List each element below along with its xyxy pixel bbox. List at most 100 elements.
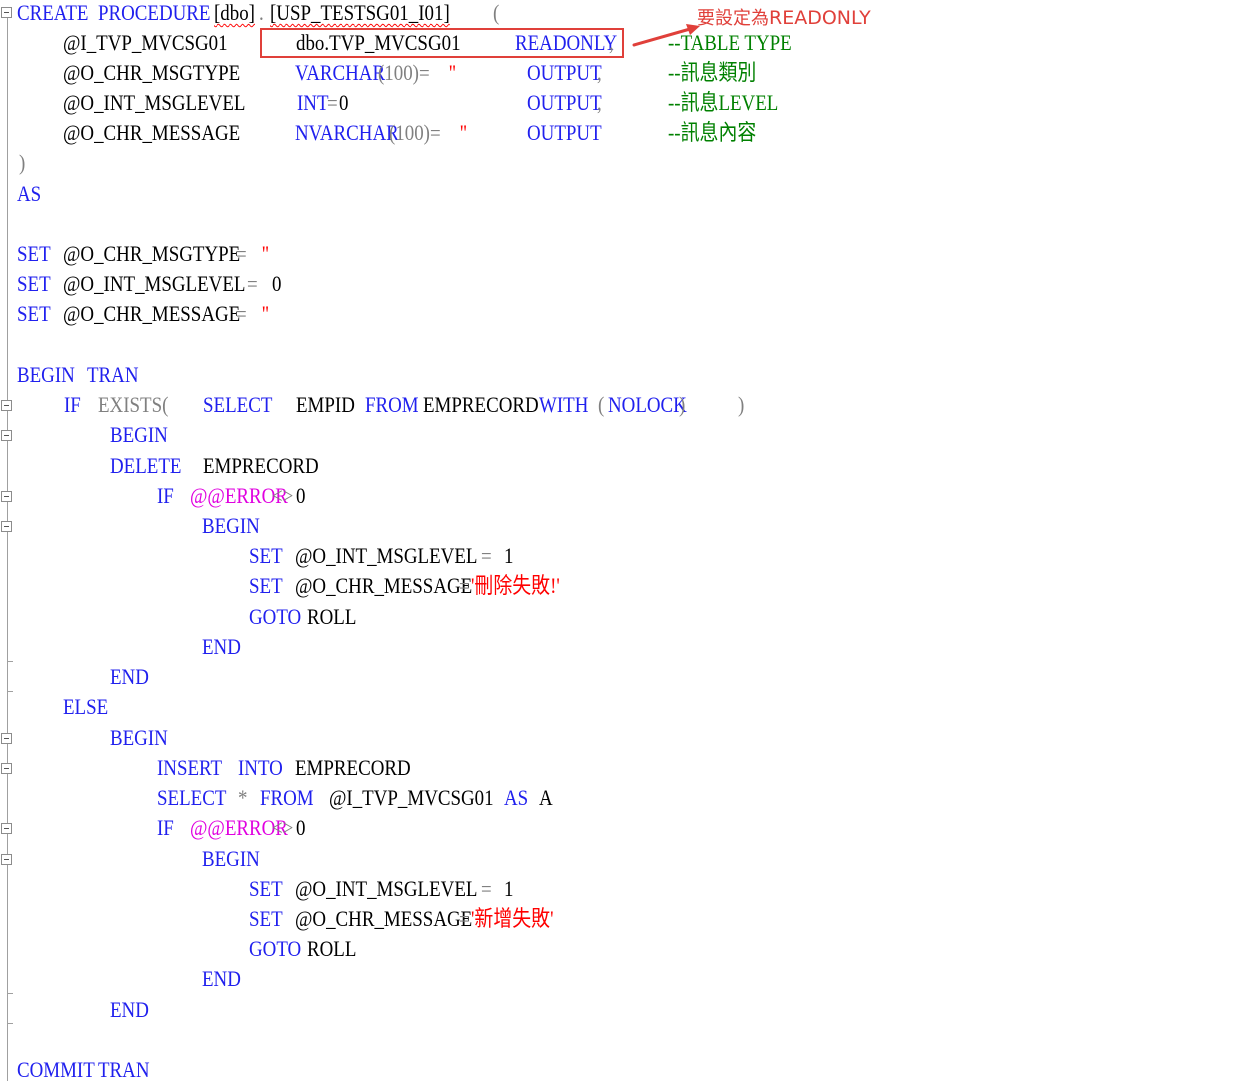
keyword: SET [249, 543, 283, 568]
readonly-highlight-box [260, 28, 624, 58]
comment: --訊息LEVEL [668, 90, 779, 115]
code-line: BEGIN [0, 725, 1244, 755]
keyword: SET [249, 906, 283, 931]
schema-name: [dbo] [214, 0, 255, 25]
keyword: IF [157, 815, 174, 840]
keyword: COMMIT [17, 1057, 95, 1082]
keyword: DELETE [110, 453, 182, 478]
string-literal: '' [449, 60, 456, 85]
string-literal: '' [262, 241, 269, 266]
variable-name: @O_CHR_MESSAGE [63, 301, 241, 326]
function-name: EXISTS( [98, 392, 169, 417]
operator: . [259, 0, 264, 25]
comment: --訊息內容 [668, 120, 757, 145]
code-line: BEGIN [0, 422, 1244, 452]
keyword: GOTO [249, 604, 302, 629]
keyword: SET [17, 301, 51, 326]
keyword: END [110, 664, 149, 689]
number-literal: 1 [504, 876, 514, 901]
keyword: AS [17, 181, 42, 206]
number-literal: 0 [296, 483, 306, 508]
string-literal: '刪除失敗!' [471, 573, 560, 598]
variable-name: @O_INT_MSGLEVEL [295, 543, 478, 568]
operator: = [327, 90, 338, 115]
keyword: SET [17, 271, 51, 296]
code-line: SET @O_INT_MSGLEVEL = 1 [0, 543, 1244, 573]
code-line: BEGIN TRAN [0, 362, 1244, 392]
code-line: COMMIT TRAN [0, 1057, 1244, 1087]
code-line: BEGIN [0, 513, 1244, 543]
keyword: INT [297, 90, 329, 115]
code-line: GOTO ROLL [0, 604, 1244, 634]
keyword: END [202, 634, 241, 659]
keyword: NVARCHAR [295, 120, 399, 145]
keyword: BEGIN [110, 422, 168, 447]
code-line: ) [0, 150, 1244, 180]
code-line: SET @O_CHR_MSGTYPE = '' [0, 241, 1244, 271]
operator: ( [493, 0, 500, 25]
code-line: SET @O_CHR_MESSAGE = '新增失敗' [0, 906, 1244, 936]
parameter-name: @I_TVP_MVCSG01 [63, 30, 228, 55]
code-line: SET @O_INT_MSGLEVEL = 1 [0, 876, 1244, 906]
operator: <> [272, 815, 294, 840]
code-line: CREATE PROCEDURE [dbo] . [USP_TESTSG01_I… [0, 0, 1244, 30]
operator: ( [598, 392, 605, 417]
keyword: END [202, 966, 241, 991]
keyword: ELSE [63, 694, 109, 719]
keyword: SELECT [203, 392, 273, 417]
keyword: OUTPUT [527, 60, 602, 85]
label-name: ROLL [307, 936, 357, 961]
string-literal: '' [460, 120, 467, 145]
sql-editor[interactable]: CREATE PROCEDURE [dbo] . [USP_TESTSG01_I… [0, 0, 1244, 1082]
code-line: IF EXISTS( SELECT EMPID FROM EMPRECORD W… [0, 392, 1244, 422]
variable-name: @O_CHR_MESSAGE [295, 906, 473, 931]
code-line: GOTO ROLL [0, 936, 1244, 966]
keyword: IF [64, 392, 81, 417]
code-line: END [0, 997, 1244, 1027]
keyword: BEGIN [110, 725, 168, 750]
string-literal: '新增失敗' [471, 906, 554, 931]
label-name: ROLL [307, 604, 357, 629]
code-line: SET @O_CHR_MESSAGE = '刪除失敗!' [0, 573, 1244, 603]
keyword: GOTO [249, 936, 302, 961]
callout-arrow-icon [632, 24, 700, 47]
code-line: SET @O_INT_MSGLEVEL = 0 [0, 271, 1244, 301]
parameter-name: @O_INT_MSGLEVEL [63, 90, 246, 115]
operator: ) [19, 150, 26, 175]
keyword: BEGIN [17, 362, 75, 387]
table-name: EMPRECORD [295, 755, 411, 780]
code-line: INSERT INTO EMPRECORD [0, 755, 1244, 785]
variable-name: @O_INT_MSGLEVEL [295, 876, 478, 901]
operator: * [238, 785, 248, 810]
table-name: EMPRECORD [423, 392, 539, 417]
parameter-name: @O_CHR_MESSAGE [63, 120, 241, 145]
keyword: SET [249, 573, 283, 598]
variable-name: @O_INT_MSGLEVEL [63, 271, 246, 296]
keyword: OUTPUT [527, 120, 602, 145]
alias-name: A [539, 785, 553, 810]
operator: ) [738, 392, 745, 417]
keyword: BEGIN [202, 846, 260, 871]
operator: (100)= [378, 60, 430, 85]
keyword: VARCHAR [295, 60, 386, 85]
procedure-name: [USP_TESTSG01_I01] [270, 0, 450, 25]
parameter-name: @I_TVP_MVCSG01 [329, 785, 494, 810]
operator: = [481, 876, 492, 901]
code-line: @O_CHR_MSGTYPE VARCHAR (100)= '' OUTPUT … [0, 60, 1244, 90]
operator: ) [679, 392, 686, 417]
keyword: NOLOCK [608, 392, 687, 417]
code-line: END [0, 634, 1244, 664]
number-literal: 0 [339, 90, 349, 115]
number-literal: 0 [272, 271, 282, 296]
code-line: SELECT * FROM @I_TVP_MVCSG01 AS A [0, 785, 1244, 815]
readonly-callout: 要設定為READONLY [697, 5, 871, 32]
code-line: @O_CHR_MESSAGE NVARCHAR (100)= '' OUTPUT… [0, 120, 1244, 150]
operator: , [597, 90, 602, 115]
code-line: IF @@ERROR <> 0 [0, 483, 1244, 513]
keyword: FROM [365, 392, 419, 417]
variable-name: @O_CHR_MSGTYPE [63, 241, 241, 266]
code-line: SET @O_CHR_MESSAGE = '' [0, 301, 1244, 331]
operator: = [247, 271, 258, 296]
code-line: END [0, 966, 1244, 996]
operator: = [236, 301, 247, 326]
